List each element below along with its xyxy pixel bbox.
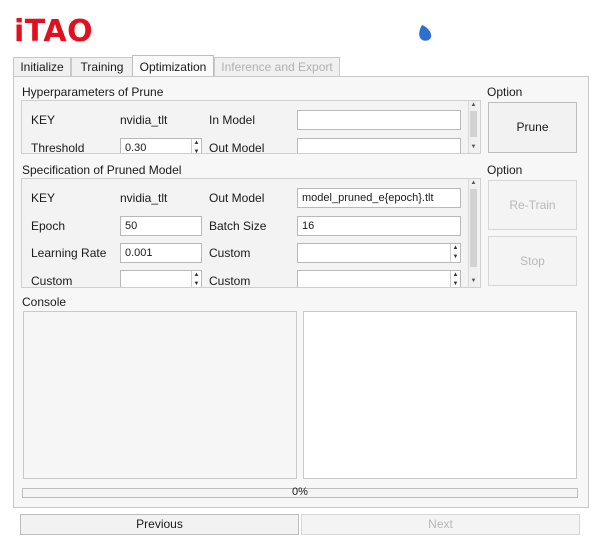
next-button[interactable]: Next xyxy=(301,514,580,535)
batch-size-label: Batch Size xyxy=(209,219,267,233)
prune-key-label: KEY xyxy=(31,113,56,127)
pruned-out-model-label: Out Model xyxy=(209,191,265,205)
app-logo: iTAO xyxy=(14,14,94,49)
tab-optimization[interactable]: Optimization xyxy=(132,55,214,78)
prune-group: KEY nvidia_tlt In Model Threshold 0.30 ▲… xyxy=(21,100,481,154)
retrain-option-title: Option xyxy=(487,163,523,177)
learning-rate-label: Learning Rate xyxy=(31,246,107,260)
pruned-section-title: Specification of Pruned Model xyxy=(22,163,182,177)
prune-scrollbar[interactable]: ▲ ▼ xyxy=(468,101,478,153)
scroll-down-arrow-icon[interactable]: ▼ xyxy=(469,143,478,152)
threshold-label: Threshold xyxy=(31,141,85,154)
in-model-field[interactable] xyxy=(297,110,461,130)
learning-rate-field[interactable]: 0.001 xyxy=(120,243,202,263)
previous-button[interactable]: Previous xyxy=(20,514,299,535)
custom-label-1: Custom xyxy=(209,246,251,260)
custom-stepper-3[interactable]: ▲ ▼ xyxy=(450,271,460,287)
progress-text: 0% xyxy=(292,486,308,498)
custom-spinbox-3[interactable]: ▲ ▼ xyxy=(297,270,461,287)
custom-spinbox-1[interactable]: ▲ ▼ xyxy=(297,243,461,263)
console-right-pane[interactable] xyxy=(303,311,577,479)
in-model-label: In Model xyxy=(209,113,256,127)
custom-spinbox-2[interactable]: ▲ ▼ xyxy=(120,270,202,287)
tab-training[interactable]: Training xyxy=(71,57,133,77)
pruned-key-value: nvidia_tlt xyxy=(120,191,168,205)
console-left-pane[interactable] xyxy=(23,311,297,479)
batch-size-field[interactable]: 16 xyxy=(297,216,461,236)
retrain-button[interactable]: Re-Train xyxy=(488,180,577,230)
pruned-scrollbar[interactable]: ▲ ▼ xyxy=(468,179,478,287)
epoch-field[interactable]: 50 xyxy=(120,216,202,236)
tab-initialize[interactable]: Initialize xyxy=(13,57,71,77)
out-model-field[interactable] xyxy=(297,138,461,153)
threshold-spinbox[interactable]: 0.30 ▲ ▼ xyxy=(120,138,202,154)
scroll-down-arrow-icon[interactable]: ▼ xyxy=(469,277,478,286)
scroll-thumb[interactable] xyxy=(470,189,477,267)
pruned-out-model-field[interactable]: model_pruned_e{epoch}.tlt xyxy=(297,188,461,208)
prune-option-title: Option xyxy=(487,85,523,99)
out-model-label: Out Model xyxy=(209,141,265,154)
tab-inference-export[interactable]: Inference and Export xyxy=(214,57,340,77)
prune-button[interactable]: Prune xyxy=(488,102,577,153)
threshold-value: 0.30 xyxy=(125,142,147,154)
prune-key-value: nvidia_tlt xyxy=(120,113,168,127)
drop-icon xyxy=(419,25,432,41)
custom-label-2: Custom xyxy=(31,274,73,288)
custom-stepper-1[interactable]: ▲ ▼ xyxy=(450,244,460,262)
custom-label-3: Custom xyxy=(209,274,251,288)
console-title: Console xyxy=(22,295,67,309)
epoch-label: Epoch xyxy=(31,219,66,233)
threshold-stepper[interactable]: ▲ ▼ xyxy=(191,139,201,153)
stop-button[interactable]: Stop xyxy=(488,236,577,286)
custom-stepper-2[interactable]: ▲ ▼ xyxy=(191,271,201,287)
scroll-thumb[interactable] xyxy=(470,111,477,137)
scroll-up-arrow-icon[interactable]: ▲ xyxy=(469,179,478,188)
prune-section-title: Hyperparameters of Prune xyxy=(22,85,164,99)
scroll-up-arrow-icon[interactable]: ▲ xyxy=(469,101,478,110)
pruned-group: KEY nvidia_tlt Out Model model_pruned_e{… xyxy=(21,178,481,288)
pruned-key-label: KEY xyxy=(31,191,56,205)
